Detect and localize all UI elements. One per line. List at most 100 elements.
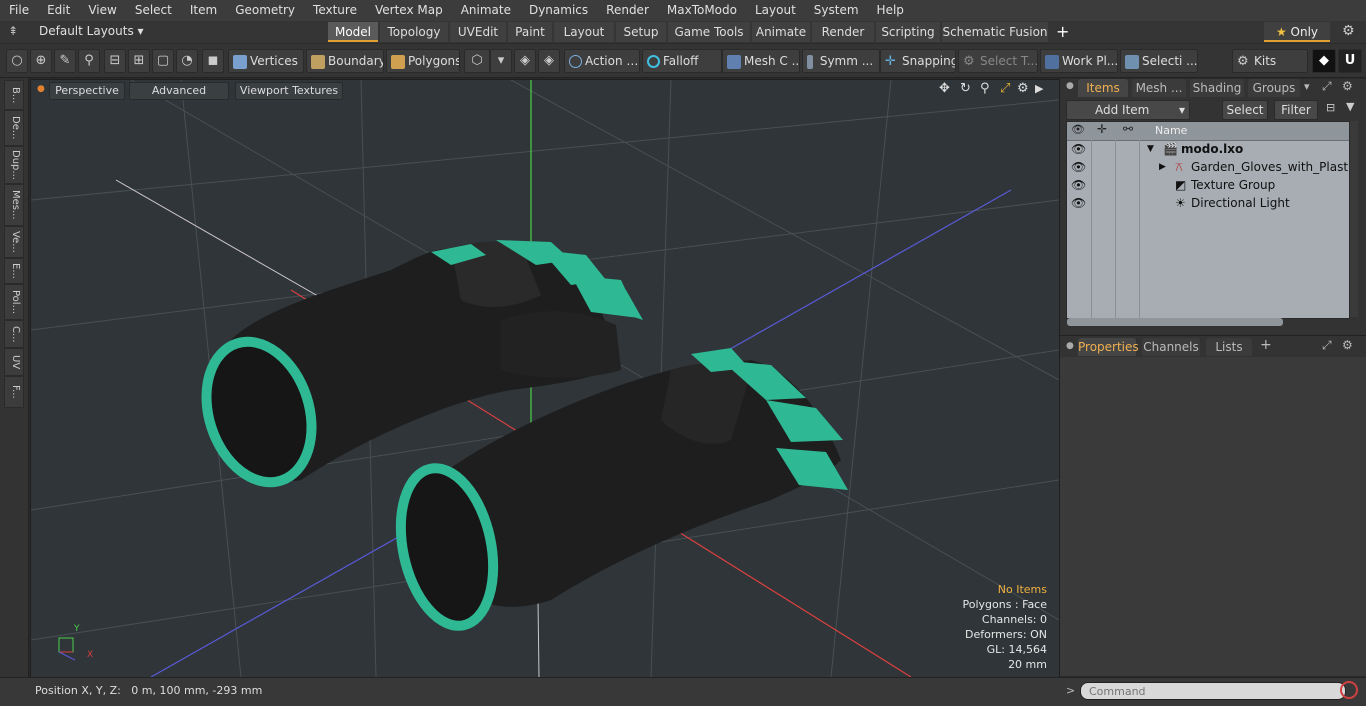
globe-icon[interactable]: ⊕ [30, 49, 52, 73]
boundary-button[interactable]: Boundary [306, 49, 384, 73]
center-icon[interactable]: ⊞ [128, 49, 150, 73]
tab-model[interactable]: Model [328, 22, 378, 42]
collapse-icon[interactable]: ⊟ [1326, 101, 1335, 114]
menu-texture[interactable]: Texture [304, 0, 366, 21]
list-item-light[interactable]: 👁 ☀ Directional Light [1067, 194, 1349, 212]
select-through-button[interactable]: ⚙ Select T... [958, 49, 1038, 73]
panel-menu-dot-icon[interactable]: ● [1066, 81, 1074, 91]
tab-channels[interactable]: Channels [1142, 338, 1200, 356]
list-item-scene[interactable]: 👁 ▼ 🎬 modo.lxo [1067, 140, 1349, 158]
viewport-settings-icon[interactable]: ⚙ [1017, 81, 1029, 96]
unity-icon[interactable]: ◆ [1312, 49, 1336, 73]
tab-schematic-fusion[interactable]: Schematic Fusion [942, 22, 1048, 42]
tab-lists[interactable]: Lists [1206, 338, 1252, 356]
menu-edit[interactable]: Edit [38, 0, 79, 21]
menu-select[interactable]: Select [126, 0, 181, 21]
menu-file[interactable]: File [0, 0, 38, 21]
left-tab-vertex[interactable]: Ve... [4, 226, 24, 258]
expand-arrow-icon[interactable]: ▶ [1159, 158, 1166, 176]
command-input[interactable] [1080, 682, 1346, 700]
funnel-icon[interactable]: ▼ [1346, 100, 1354, 113]
falloff-button[interactable]: Falloff [642, 49, 722, 73]
left-tab-edge[interactable]: E... [4, 258, 24, 284]
action-button[interactable]: Action … [564, 49, 640, 73]
left-tab-curve[interactable]: C... [4, 320, 24, 348]
mesh-constraints-button[interactable]: Mesh C ... [722, 49, 800, 73]
rotate-icon[interactable]: ◔ [176, 49, 198, 73]
dropdown-arrow-icon[interactable]: ▾ [490, 49, 512, 73]
symmetry-y-icon[interactable]: ◈ [538, 49, 560, 73]
record-macro-icon[interactable] [1340, 681, 1358, 699]
menu-geometry[interactable]: Geometry [226, 0, 304, 21]
vertices-button[interactable]: Vertices [228, 49, 304, 73]
tab-layout[interactable]: Layout [554, 22, 614, 42]
tab-shading[interactable]: Shading [1190, 79, 1244, 97]
menu-vertex-map[interactable]: Vertex Map [366, 0, 452, 21]
vertical-scrollbar[interactable] [1350, 121, 1358, 317]
menu-dynamics[interactable]: Dynamics [520, 0, 597, 21]
material-mode-icon[interactable]: ⬡ [464, 49, 490, 73]
add-props-tab-button[interactable]: + [1260, 337, 1272, 353]
select-mode-circle-icon[interactable]: ○ [6, 49, 28, 73]
props-maximize-icon[interactable]: ⤢ [1322, 338, 1332, 353]
layout-arrow-icon[interactable]: ⇞ [8, 24, 18, 38]
menu-layout[interactable]: Layout [746, 0, 805, 21]
select-button[interactable]: Select [1222, 100, 1268, 120]
symmetry-x-icon[interactable]: ◈ [514, 49, 536, 73]
eye-icon[interactable]: 👁 [1071, 176, 1086, 194]
work-plane-button[interactable]: Work Pl... [1040, 49, 1118, 73]
props-settings-icon[interactable]: ⚙ [1342, 338, 1353, 352]
left-tab-polygon[interactable]: Pol... [4, 284, 24, 320]
left-tab-basic[interactable]: B... [4, 80, 24, 110]
tab-items[interactable]: Items [1078, 79, 1128, 97]
tab-render[interactable]: Render [812, 22, 874, 42]
panel-tabs-dropdown-icon[interactable]: ▾ [1304, 80, 1310, 93]
perspective-view-button[interactable]: Perspective [49, 82, 125, 100]
left-tab-duplicate[interactable]: Dup... [4, 146, 24, 184]
viewport-menu-dot-icon[interactable]: ● [37, 84, 45, 94]
item-mode-icon[interactable]: ◼ [202, 49, 224, 73]
kits-button[interactable]: ⚙ Kits [1232, 49, 1308, 73]
add-item-button[interactable]: Add Item ▾ [1066, 100, 1190, 120]
tab-topology[interactable]: Topology [380, 22, 448, 42]
align-icon[interactable]: ⊟ [104, 49, 126, 73]
layout-selector[interactable]: Default Layouts ▾ [39, 24, 144, 38]
unreal-icon[interactable]: U [1338, 49, 1362, 73]
gear-icon[interactable]: ⚙ [1342, 23, 1355, 39]
panel-maximize-icon[interactable]: ⤢ [1322, 79, 1332, 94]
tab-groups[interactable]: Groups [1248, 79, 1300, 97]
menu-render[interactable]: Render [597, 0, 658, 21]
filter-button[interactable]: Filter [1274, 100, 1318, 120]
selection-sets-button[interactable]: Selecti ... [1120, 49, 1198, 73]
tab-scripting[interactable]: Scripting [876, 22, 940, 42]
tab-setup[interactable]: Setup [616, 22, 666, 42]
symmetry-button[interactable]: Symm ... [802, 49, 880, 73]
props-menu-dot-icon[interactable]: ● [1066, 341, 1074, 351]
menu-animate[interactable]: Animate [452, 0, 520, 21]
tab-properties[interactable]: Properties [1078, 338, 1139, 356]
left-tab-deform[interactable]: De... [4, 110, 24, 146]
menu-system[interactable]: System [805, 0, 868, 21]
pan-icon[interactable]: ✥ [939, 81, 950, 96]
name-column-header[interactable]: Name [1155, 124, 1187, 137]
list-item-texture-group[interactable]: 👁 ◩ Texture Group [1067, 176, 1349, 194]
menu-view[interactable]: View [79, 0, 125, 21]
panel-settings-icon[interactable]: ⚙ [1342, 79, 1353, 93]
snapping-button[interactable]: ✛ Snapping [880, 49, 956, 73]
expand-arrow-icon[interactable]: ▼ [1147, 140, 1154, 158]
3d-viewport[interactable]: Y X ● Perspective Advanced Viewport Text… [30, 79, 1060, 678]
tab-mesh-ops[interactable]: Mesh ... [1132, 79, 1186, 97]
tab-game-tools[interactable]: Game Tools [668, 22, 750, 42]
add-tab-button[interactable]: + [1056, 22, 1069, 41]
left-tab-fusion[interactable]: F... [4, 376, 24, 408]
eye-icon[interactable]: 👁 [1071, 140, 1086, 158]
tab-paint[interactable]: Paint [508, 22, 552, 42]
list-item-mesh[interactable]: 👁 ▶ ⚻ Garden_Gloves_with_Plastic_... [1067, 158, 1349, 176]
fit-view-icon[interactable]: ⤢ [1000, 81, 1010, 96]
eye-icon[interactable]: 👁 [1071, 158, 1086, 176]
left-tab-mesh-edit[interactable]: Mes... [4, 184, 24, 226]
orbit-icon[interactable]: ↻ [960, 81, 971, 96]
zoom-icon[interactable]: ⚲ [980, 81, 990, 96]
pen-icon[interactable]: ✎ [54, 49, 76, 73]
polygons-button[interactable]: Polygons [386, 49, 460, 73]
